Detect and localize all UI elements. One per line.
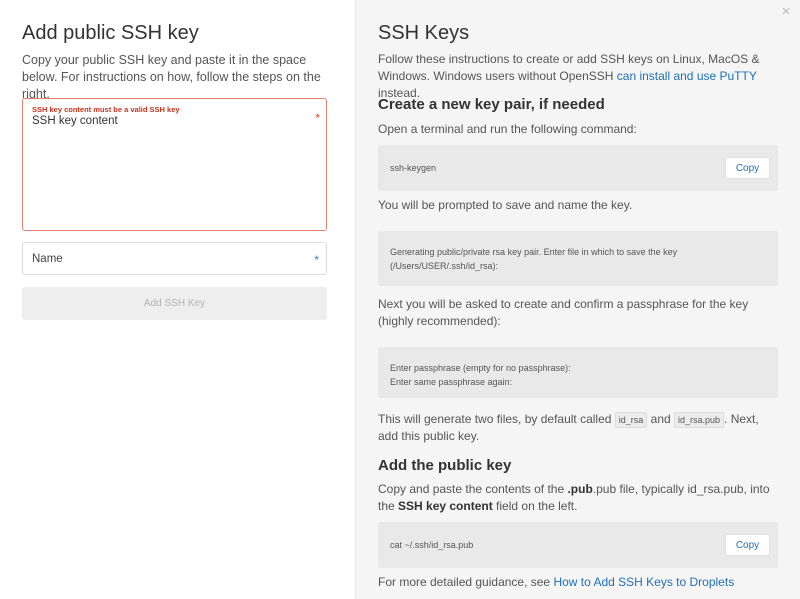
ssh-key-content-input[interactable]: [32, 115, 302, 215]
guidance-text: For more detailed guidance, see How to A…: [378, 575, 735, 589]
required-asterisk: *: [315, 111, 320, 125]
instructions-intro: Follow these instructions to create or a…: [378, 52, 760, 100]
keygen-command: ssh-keygen: [390, 163, 437, 173]
cat-code-block: cat ~/.ssh/id_rsa.pub Copy: [378, 522, 778, 568]
prompted-text: You will be prompted to save and name th…: [378, 198, 633, 212]
add-public-key-heading: Add the public key: [378, 457, 512, 474]
ssh-instructions-panel: × SSH Keys Follow these instructions to …: [356, 0, 800, 599]
close-icon[interactable]: ×: [778, 4, 794, 20]
keygen-code-block: ssh-keygen Copy: [378, 145, 778, 191]
passphrase-text: Next you will be asked to create and con…: [378, 297, 749, 328]
key-name-input[interactable]: [32, 243, 302, 274]
add-ssh-key-button[interactable]: Add SSH Key: [22, 287, 327, 320]
name-field[interactable]: *: [22, 242, 327, 275]
passphrase-line-1: Enter passphrase (empty for no passphras…: [390, 363, 571, 373]
file-tag-id-rsa: id_rsa: [614, 412, 648, 428]
putty-link[interactable]: can install and use PuTTY: [617, 69, 757, 83]
open-terminal-text: Open a terminal and run the following co…: [378, 122, 637, 136]
instructions-title: SSH Keys: [378, 22, 470, 44]
two-files-text: This will generate two files, by default…: [378, 412, 759, 443]
keygen-output: Generating public/private rsa key pair. …: [390, 247, 678, 271]
copy-cat-button[interactable]: Copy: [725, 534, 770, 556]
passphrase-code-block: Enter passphrase (empty for no passphras…: [378, 347, 778, 398]
paste-instructions: Copy and paste the contents of the .pub.…: [378, 482, 770, 513]
required-asterisk: *: [314, 253, 319, 267]
panel-instructions: Copy your public SSH key and paste it in…: [22, 53, 321, 101]
droplets-guide-link[interactable]: How to Add SSH Keys to Droplets: [553, 575, 734, 589]
create-key-heading: Create a new key pair, if needed: [378, 96, 605, 113]
add-key-panel: Add public SSH key Copy your public SSH …: [0, 0, 356, 599]
keygen-output-block: Generating public/private rsa key pair. …: [378, 231, 778, 286]
ssh-key-field[interactable]: SSH key content must be a valid SSH key …: [22, 98, 327, 231]
cat-command: cat ~/.ssh/id_rsa.pub: [390, 540, 474, 550]
panel-title: Add public SSH key: [22, 22, 199, 44]
copy-keygen-button[interactable]: Copy: [725, 157, 770, 179]
ssh-key-error-message: SSH key content must be a valid SSH key: [32, 105, 180, 114]
file-tag-id-rsa-pub: id_rsa.pub: [674, 412, 725, 428]
passphrase-line-2: Enter same passphrase again:: [390, 377, 513, 387]
